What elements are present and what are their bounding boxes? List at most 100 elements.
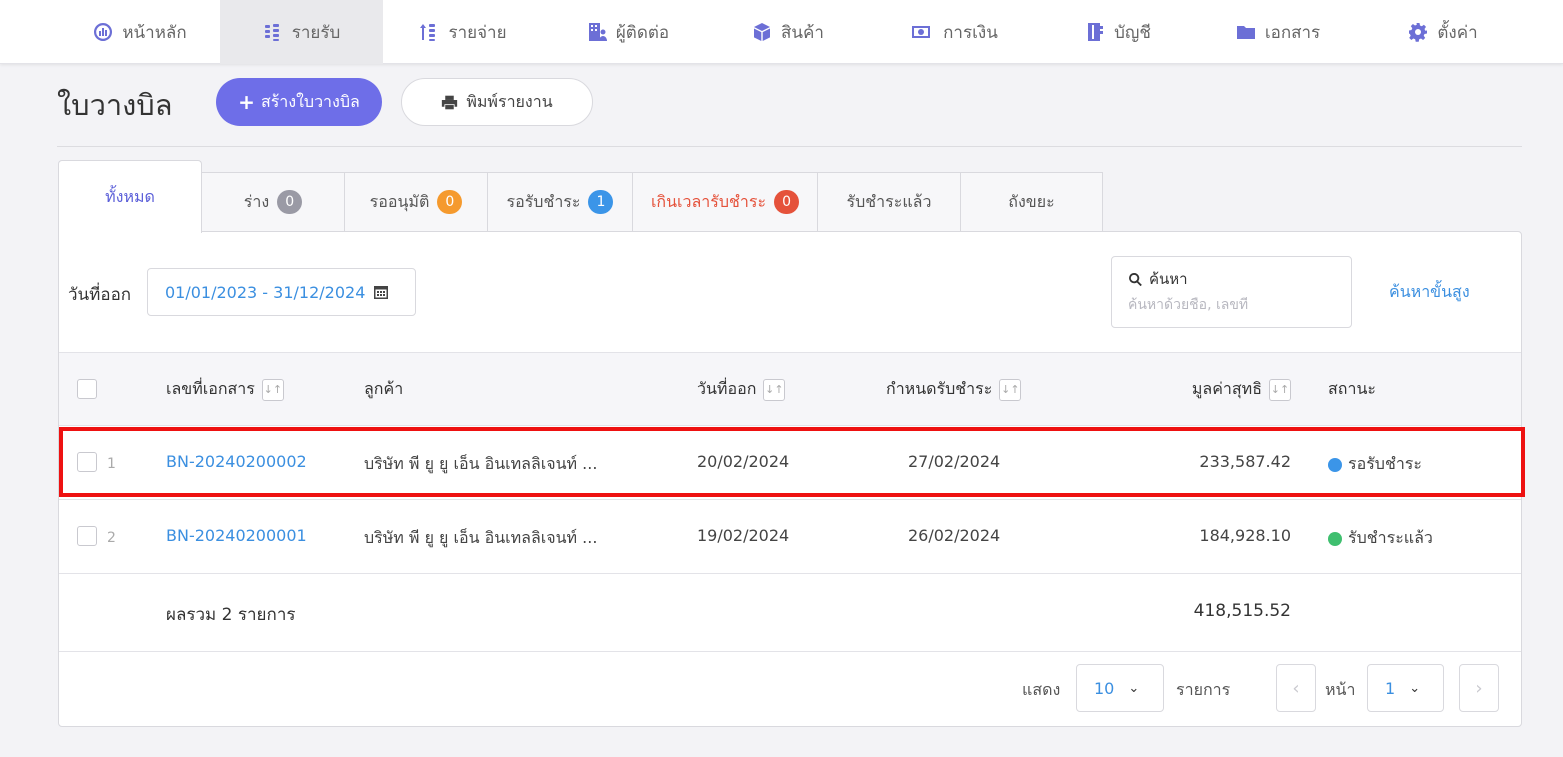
tab-label: ถังขยะ	[1008, 191, 1055, 211]
nav-item-finance[interactable]: การเงิน	[863, 0, 1043, 64]
box-icon	[754, 23, 771, 41]
total-label: ผลรวม 2 รายการ	[166, 605, 296, 625]
gear-icon	[1409, 23, 1428, 42]
nav-item-expense[interactable]: รายจ่าย	[383, 0, 543, 64]
customer-name: บริษัท พี ยู ยู เอ็น อินเทลลิเจนท์ ...	[364, 528, 598, 547]
sort-icon[interactable]: ↓↑	[999, 378, 1022, 401]
net-value: 184,928.10	[1199, 526, 1291, 545]
print-button-label: พิมพ์รายงาน	[466, 91, 553, 111]
tab-label: รับชำระแล้ว	[846, 191, 932, 211]
nav-item-label: สินค้า	[781, 22, 824, 43]
show-label: แสดง	[1022, 680, 1061, 699]
issue-date: 19/02/2024	[697, 526, 790, 545]
prev-page-button[interactable]: ‹	[1276, 664, 1316, 712]
create-billing-note-button[interactable]: + สร้างใบวางบิล	[216, 78, 382, 126]
nav-item-documents[interactable]: เอกสาร	[1193, 0, 1363, 64]
column-label: กำหนดรับชำระ	[886, 379, 993, 398]
next-page-button[interactable]: ›	[1459, 664, 1499, 712]
tab-label: รออนุมัติ	[369, 191, 430, 211]
page-title: ใบวางบิล	[57, 88, 173, 122]
table-row[interactable]: 1 BN-20240200002 บริษัท พี ยู ยู เอ็น อิ…	[59, 426, 1521, 500]
contacts-icon	[588, 23, 607, 41]
tab-label: ทั้งหมด	[105, 186, 155, 206]
billing-note-card: วันที่ออก 01/01/2023 - 31/12/2024 ค้นหา …	[58, 231, 1525, 727]
tab-label: ร่าง	[243, 191, 270, 211]
nav-item-products[interactable]: สินค้า	[713, 0, 863, 64]
date-range-value: 01/01/2023 - 31/12/2024	[165, 282, 366, 302]
chevron-down-icon: ⌄	[1128, 680, 1140, 696]
page-size-select[interactable]: 10 ⌄	[1076, 664, 1164, 712]
status-dot	[1328, 531, 1342, 546]
money-icon	[912, 26, 931, 38]
nav-item-settings[interactable]: ตั้งค่า	[1363, 0, 1523, 64]
nav-item-label: บัญชี	[1114, 22, 1151, 43]
dashboard-icon	[94, 23, 113, 41]
sort-icon[interactable]: ↓↑	[763, 378, 786, 401]
tab-draft[interactable]: ร่าง 0	[201, 172, 345, 232]
column-net-value[interactable]: มูลค่าสุทธิ ↓↑	[1192, 377, 1291, 402]
column-doc-no[interactable]: เลขที่เอกสาร ↓↑	[166, 377, 284, 402]
tab-overdue[interactable]: เกินเวลารับชำระ 0	[632, 172, 818, 232]
total-value: 418,515.52	[1193, 601, 1291, 621]
top-nav: หน้าหลัก รายรับ รายจ่าย ผู้ติดต่อ สินค้า…	[0, 0, 1563, 64]
date-range-input[interactable]: 01/01/2023 - 31/12/2024	[147, 268, 416, 316]
column-status: สถานะ	[1328, 377, 1376, 402]
nav-item-label: ผู้ติดต่อ	[615, 22, 670, 43]
sort-icon[interactable]: ↓↑	[261, 378, 284, 401]
nav-item-income[interactable]: รายรับ	[220, 0, 383, 64]
column-label: มูลค่าสุทธิ	[1191, 379, 1262, 398]
table-header: เลขที่เอกสาร ↓↑ ลูกค้า วันที่ออก ↓↑ กำหน…	[59, 352, 1521, 426]
nav-item-label: รายรับ	[291, 22, 341, 43]
nav-item-home[interactable]: หน้าหลัก	[60, 0, 220, 64]
create-button-label: สร้างใบวางบิล	[260, 91, 360, 111]
column-issue-date[interactable]: วันที่ออก ↓↑	[697, 377, 786, 402]
column-customer: ลูกค้า	[364, 377, 403, 402]
print-report-button[interactable]: พิมพ์รายงาน	[401, 78, 593, 126]
book-icon	[1088, 23, 1104, 41]
tab-paid[interactable]: รับชำระแล้ว	[817, 172, 961, 232]
calendar-icon	[374, 286, 389, 299]
due-date: 26/02/2024	[908, 526, 1001, 545]
issue-date: 20/02/2024	[697, 452, 790, 471]
nav-item-label: หน้าหลัก	[122, 22, 187, 43]
count-badge: 1	[588, 190, 614, 214]
tab-pending-approval[interactable]: รออนุมัติ 0	[344, 172, 488, 232]
printer-icon	[442, 95, 458, 109]
select-all-checkbox[interactable]	[77, 379, 97, 399]
doc-number-link[interactable]: BN-20240200001	[166, 526, 307, 545]
expense-icon	[420, 24, 436, 41]
nav-item-label: การเงิน	[943, 22, 998, 43]
header-divider	[57, 146, 1522, 147]
count-badge: 0	[277, 190, 303, 214]
tab-all[interactable]: ทั้งหมด	[58, 160, 202, 233]
chevron-left-icon: ‹	[1292, 677, 1300, 699]
column-label: เลขที่เอกสาร	[166, 379, 255, 398]
plus-icon: +	[238, 90, 255, 114]
doc-number-link[interactable]: BN-20240200002	[166, 452, 307, 471]
advanced-search-link[interactable]: ค้นหาขั้นสูง	[1389, 280, 1470, 305]
table-row[interactable]: 2 BN-20240200001 บริษัท พี ยู ยู เอ็น อิ…	[59, 500, 1521, 574]
page-select[interactable]: 1 ⌄	[1367, 664, 1444, 712]
total-row: ผลรวม 2 รายการ 418,515.52	[59, 576, 1521, 652]
column-due-date[interactable]: กำหนดรับชำระ ↓↑	[886, 377, 1022, 402]
search-box: ค้นหา	[1111, 256, 1352, 328]
nav-item-accounting[interactable]: บัญชี	[1043, 0, 1193, 64]
status-label: รับชำระแล้ว	[1348, 528, 1433, 547]
nav-item-contacts[interactable]: ผู้ติดต่อ	[543, 0, 713, 64]
column-label: สถานะ	[1328, 379, 1376, 398]
search-label: ค้นหา	[1149, 270, 1188, 288]
sort-icon[interactable]: ↓↑	[1269, 378, 1291, 401]
row-checkbox[interactable]	[77, 526, 97, 546]
row-checkbox[interactable]	[77, 452, 97, 472]
net-value: 233,587.42	[1199, 452, 1291, 471]
page-size-value: 10	[1094, 678, 1115, 698]
customer-name: บริษัท พี ยู ยู เอ็น อินเทลลิเจนท์ ...	[364, 454, 598, 473]
tab-trash[interactable]: ถังขยะ	[960, 172, 1103, 232]
status-badge: รอรับชำระ	[1328, 452, 1422, 477]
column-label: ลูกค้า	[364, 379, 404, 398]
row-number: 2	[107, 530, 116, 546]
search-input[interactable]	[1128, 297, 1328, 313]
tab-label: เกินเวลารับชำระ	[650, 191, 767, 211]
tab-awaiting-payment[interactable]: รอรับชำระ 1	[487, 172, 633, 232]
page-label: หน้า	[1325, 680, 1356, 699]
